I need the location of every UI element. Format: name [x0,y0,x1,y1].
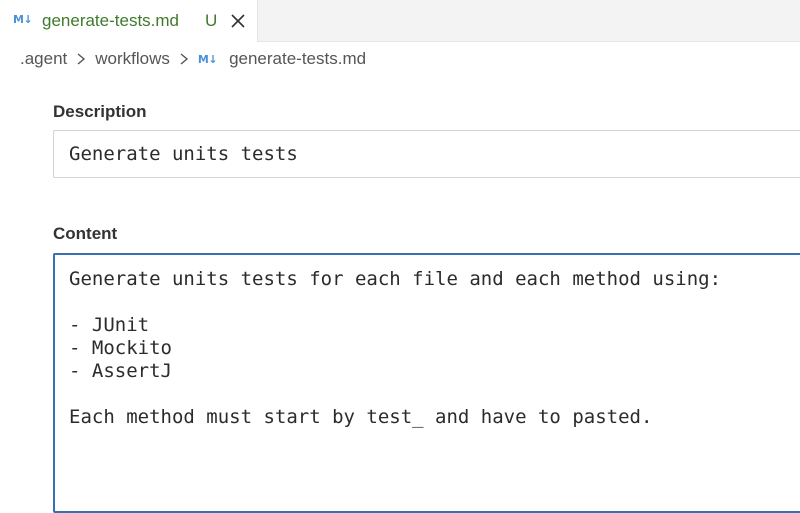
untracked-status-badge: U [205,11,218,30]
editor-tab-generate-tests[interactable]: M↓ generate-tests.md U [0,0,258,42]
close-icon[interactable] [228,11,248,31]
editor-tab-bar: M↓ generate-tests.md U [0,0,800,42]
breadcrumb-item-workflows[interactable]: workflows [95,49,170,69]
breadcrumb-item-file[interactable]: generate-tests.md [229,49,366,69]
chevron-right-icon [77,53,86,65]
description-input[interactable] [53,130,800,178]
chevron-right-icon [180,53,188,65]
markdown-file-icon: M↓ [13,13,33,26]
breadcrumb-item-agent[interactable]: .agent [20,49,67,69]
tab-title: generate-tests.md [42,11,180,30]
content-label: Content [53,224,118,243]
markdown-file-icon: M↓ [197,52,218,66]
content-editor[interactable]: Generate units tests for each file and e… [53,253,800,513]
description-label: Description [53,102,147,121]
breadcrumb: .agent workflows M↓ generate-tests.md [20,48,366,70]
